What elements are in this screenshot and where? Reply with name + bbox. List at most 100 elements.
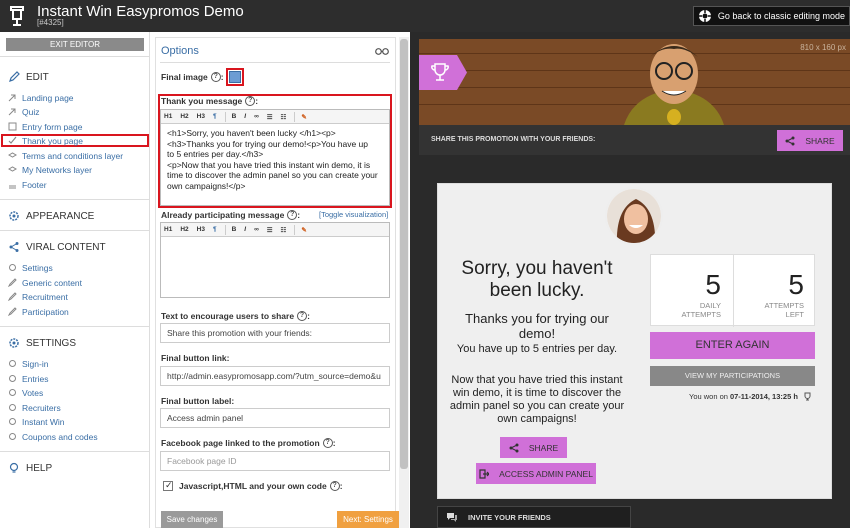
- already-label: Already participating message?:: [161, 210, 301, 220]
- encourage-label: Text to encourage users to share?:: [161, 311, 310, 321]
- layers-icon: [8, 166, 17, 172]
- sidebar-item-instant-win[interactable]: Instant Win: [8, 415, 65, 428]
- trophy-icon: [804, 392, 811, 401]
- final-label-input[interactable]: Access admin panel: [160, 408, 390, 428]
- top-bar: Instant Win Easypromos Demo [#4325] Go b…: [0, 0, 850, 32]
- back-classic-button[interactable]: Go back to classic editing mode: [692, 6, 850, 26]
- won-info: You won on 07-11-2014, 13:25 h: [689, 392, 812, 401]
- section-help[interactable]: HELP: [8, 462, 52, 474]
- share-icon: [785, 136, 795, 145]
- access-admin-button[interactable]: ACCESS ADMIN PANEL: [476, 463, 596, 484]
- sidebar-item-footer[interactable]: Footer: [8, 178, 47, 191]
- help-icon[interactable]: ?: [322, 438, 333, 448]
- options-scrollbar[interactable]: [399, 37, 409, 528]
- sidebar-item-recruitment[interactable]: Recruitment: [8, 290, 68, 303]
- toggle-visualization-link[interactable]: [Toggle visualization]: [319, 210, 388, 219]
- glasses-icon[interactable]: [375, 47, 389, 55]
- back-classic-label: Go back to classic editing mode: [717, 11, 845, 21]
- already-editor[interactable]: H1 H2 H3 ¶ B I ∞ ☰ ☷ ✎: [160, 222, 390, 298]
- help-icon[interactable]: ?: [210, 72, 221, 82]
- divider: [160, 62, 390, 63]
- sidebar-item-generic-content[interactable]: Generic content: [8, 276, 82, 289]
- result-entries-text: You have up to 5 entries per day.: [456, 343, 618, 355]
- paragraph-button[interactable]: ¶: [213, 226, 217, 233]
- invite-friends-button[interactable]: INVITE YOUR FRIENDS: [437, 506, 631, 528]
- italic-button[interactable]: I: [244, 226, 246, 233]
- encourage-input[interactable]: Share this promotion with your friends:: [160, 323, 390, 343]
- scrollbar-thumb[interactable]: [400, 39, 408, 469]
- share-button[interactable]: SHARE: [500, 437, 567, 458]
- trophy-tag-icon: [419, 55, 467, 90]
- gear-icon: [9, 264, 16, 271]
- bold-button[interactable]: B: [232, 226, 237, 233]
- sidebar-item-my-networks[interactable]: My Networks layer: [8, 163, 92, 176]
- sidebar-item-recruiters[interactable]: Recruiters: [8, 401, 61, 414]
- sidebar-item-coupons[interactable]: Coupons and codes: [8, 430, 98, 443]
- banner-photo: [624, 44, 724, 125]
- check-icon: [8, 136, 17, 144]
- editor-toolbar: H1 H2 H3 ¶ B I ∞ ☰ ☷ ✎: [161, 223, 389, 237]
- exit-editor-button[interactable]: EXIT EDITOR: [6, 38, 144, 51]
- bullet-list-icon[interactable]: ☰: [267, 226, 273, 234]
- attempts-stats: 5 DAILY ATTEMPTS 5 ATTEMPTS LEFT: [650, 254, 815, 327]
- next-settings-button[interactable]: Next: Settings: [337, 511, 399, 528]
- save-changes-button[interactable]: Save changes: [161, 511, 223, 528]
- help-icon[interactable]: ?: [287, 210, 298, 220]
- gear-icon: [9, 418, 16, 425]
- divider: [0, 199, 150, 200]
- attempts-left: 5 ATTEMPTS LEFT: [764, 269, 804, 319]
- h2-button[interactable]: H2: [180, 226, 188, 233]
- sidebar-item-entries[interactable]: Entries: [8, 372, 48, 385]
- link-icon[interactable]: ∞: [254, 226, 259, 233]
- sidebar-item-entry-form[interactable]: Entry form page: [8, 120, 82, 133]
- sidebar-item-viral-settings[interactable]: Settings: [8, 261, 53, 274]
- h1-button[interactable]: H1: [164, 226, 172, 233]
- sidebar-item-votes[interactable]: Votes: [8, 386, 43, 399]
- gear-icon: [9, 338, 19, 348]
- sidebar-item-sign-in[interactable]: Sign-in: [8, 357, 48, 370]
- highlight-box: [158, 94, 392, 208]
- fb-page-input[interactable]: Facebook page ID: [160, 451, 390, 471]
- h3-button[interactable]: H3: [197, 226, 205, 233]
- sidebar-item-terms[interactable]: Terms and conditions layer: [8, 149, 123, 162]
- logo-icon: [10, 6, 24, 26]
- pencil-icon: [8, 278, 17, 287]
- sidebar-item-participation[interactable]: Participation: [8, 305, 69, 318]
- clean-icon[interactable]: ✎: [301, 226, 306, 234]
- gear-icon: [9, 211, 19, 221]
- section-viral: VIRAL CONTENT: [8, 241, 106, 253]
- image-icon: [229, 71, 241, 83]
- numbered-list-icon[interactable]: ☷: [281, 226, 287, 234]
- sidebar-item-landing-page[interactable]: Landing page: [8, 91, 74, 104]
- section-settings: SETTINGS: [8, 337, 76, 349]
- share-icon: [9, 242, 19, 252]
- final-image-button[interactable]: [226, 68, 244, 86]
- final-link-input[interactable]: http://admin.easypromosapp.com/?utm_sour…: [160, 366, 390, 386]
- section-appearance[interactable]: APPEARANCE: [8, 210, 94, 222]
- promotion-id: [#4325]: [37, 18, 64, 27]
- arrow-icon: [8, 94, 16, 102]
- divider: [0, 326, 150, 327]
- share-button-top[interactable]: SHARE: [777, 130, 843, 151]
- sidebar-item-quiz[interactable]: Quiz: [8, 105, 39, 118]
- final-label-label: Final button label:: [161, 396, 235, 406]
- view-participations-button[interactable]: VIEW MY PARTICIPATIONS: [650, 366, 815, 386]
- final-link-label: Final button link:: [161, 353, 230, 363]
- header-banner[interactable]: 810 x 160 px: [419, 39, 850, 125]
- sidebar-item-thank-you-page[interactable]: Thank you page: [1, 134, 149, 147]
- enter-again-button[interactable]: ENTER AGAIN: [650, 332, 815, 359]
- help-icon[interactable]: ?: [297, 311, 308, 321]
- result-subheading: Thanks you for trying our demo!: [465, 311, 609, 341]
- footer-icon: [9, 185, 16, 189]
- help-icon[interactable]: ?: [329, 481, 340, 491]
- arrow-icon: [8, 108, 16, 116]
- left-caption: ATTEMPTS LEFT: [764, 301, 804, 319]
- pencil-icon: [8, 292, 17, 301]
- avatar: [605, 187, 663, 245]
- daily-attempts: 5 DAILY ATTEMPTS: [681, 269, 721, 319]
- divider: [0, 451, 150, 452]
- banner-dimensions: 810 x 160 px: [800, 43, 846, 52]
- share-text: SHARE THIS PROMOTION WITH YOUR FRIENDS:: [431, 136, 596, 143]
- app-title: Instant Win Easypromos Demo: [37, 3, 244, 20]
- code-checkbox[interactable]: [163, 480, 173, 491]
